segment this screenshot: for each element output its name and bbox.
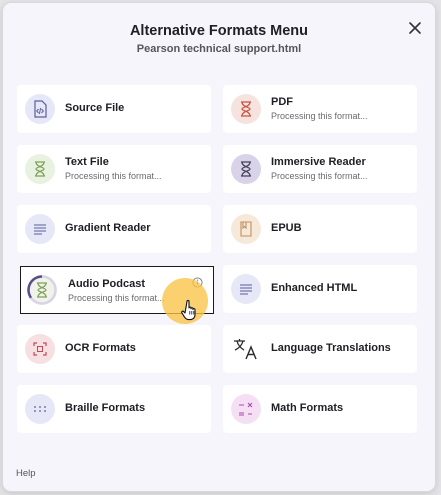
format-card-math-formats[interactable]: Math Formats xyxy=(223,385,417,433)
format-card-ocr-formats[interactable]: OCR Formats xyxy=(17,325,211,373)
format-status: Processing this format... xyxy=(65,171,162,181)
close-icon xyxy=(409,22,421,34)
format-card-immersive-reader[interactable]: Immersive Reader Processing this format.… xyxy=(223,145,417,193)
format-card-braille-formats[interactable]: Braille Formats xyxy=(17,385,211,433)
hand-cursor-icon xyxy=(181,299,196,321)
text-lines-icon xyxy=(25,214,55,244)
dialog-title: Alternative Formats Menu xyxy=(129,23,309,39)
format-card-pdf[interactable]: PDF Processing this format... xyxy=(223,85,417,133)
format-label: Braille Formats xyxy=(65,402,146,414)
hourglass-icon xyxy=(25,154,55,184)
format-label: Enhanced HTML xyxy=(271,282,358,294)
math-symbols-icon xyxy=(231,394,261,424)
format-label: Audio Podcast xyxy=(68,278,146,290)
format-card-enhanced-html[interactable]: Enhanced HTML xyxy=(223,265,417,313)
hourglass-icon xyxy=(27,275,57,305)
format-card-language-translations[interactable]: Language Translations xyxy=(223,325,417,373)
translate-icon xyxy=(231,334,261,364)
alternative-formats-dialog: Alternative Formats Menu Pearson technic… xyxy=(3,3,435,491)
format-status: Processing this format... xyxy=(68,293,165,303)
source-file-icon xyxy=(25,94,55,124)
close-button[interactable] xyxy=(404,17,426,39)
format-status: Processing this format... xyxy=(271,171,368,181)
format-card-epub[interactable]: EPUB xyxy=(223,205,417,253)
format-label: Text File xyxy=(65,156,109,168)
format-label: Gradient Reader xyxy=(65,222,151,234)
format-label: Immersive Reader xyxy=(271,156,366,168)
format-status: Processing this format... xyxy=(271,111,368,121)
format-label: Source File xyxy=(65,102,125,114)
scan-icon xyxy=(25,334,55,364)
hourglass-icon xyxy=(231,94,261,124)
hourglass-icon xyxy=(231,154,261,184)
book-icon xyxy=(231,214,261,244)
format-label: Math Formats xyxy=(271,402,344,414)
help-link[interactable]: Help xyxy=(16,468,36,479)
text-lines-icon xyxy=(231,274,261,304)
format-card-source-file[interactable]: Source File xyxy=(17,85,211,133)
format-card-text-file[interactable]: Text File Processing this format... xyxy=(17,145,211,193)
format-label: Language Translations xyxy=(271,342,391,354)
format-label: PDF xyxy=(271,96,293,108)
format-label: EPUB xyxy=(271,222,302,234)
braille-icon xyxy=(25,394,55,424)
format-card-gradient-reader[interactable]: Gradient Reader xyxy=(17,205,211,253)
dialog-subtitle: Pearson technical support.html xyxy=(136,43,302,55)
format-label: OCR Formats xyxy=(65,342,136,354)
